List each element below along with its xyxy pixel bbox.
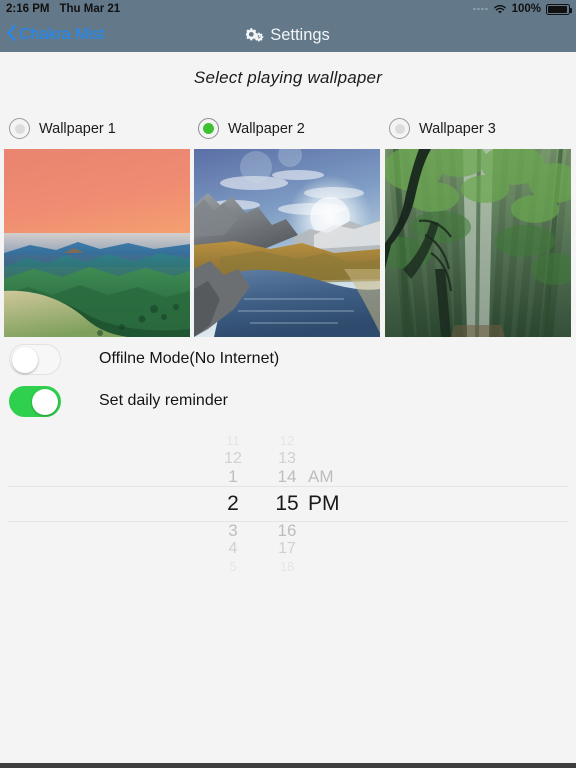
status-bar-right: 100%: [473, 3, 572, 15]
offline-mode-label: Offilne Mode(No Internet): [99, 350, 280, 367]
chevron-left-icon: [7, 24, 16, 46]
navigation-bar: Chakra Mist Settings: [0, 18, 576, 52]
signal-dots-icon: [473, 7, 488, 11]
radio-on-icon: [198, 118, 219, 139]
gears-icon: [246, 27, 264, 44]
wallpaper-radio-group: Wallpaper 1 Wallpaper 2 Wallpaper 3: [0, 118, 576, 140]
radio-wallpaper-2[interactable]: Wallpaper 2: [198, 118, 305, 139]
status-bar: 2:16 PM Thu Mar 21 100%: [0, 0, 576, 18]
radio-off-icon: [9, 118, 30, 139]
picker-period-option[interactable]: AM: [308, 468, 378, 486]
status-time: 2:16 PM: [6, 3, 50, 15]
daily-reminder-row: Set daily reminder: [0, 384, 576, 418]
radio-wallpaper-1[interactable]: Wallpaper 1: [9, 118, 116, 139]
settings-screen: 2:16 PM Thu Mar 21 100% Chakra Mist Sett…: [0, 0, 576, 768]
page-title: Select playing wallpaper: [193, 68, 383, 87]
wallpaper-thumbnail-2[interactable]: [194, 149, 380, 337]
wallpaper-thumbnail-strip: [0, 149, 576, 337]
picker-period-selected[interactable]: PM: [308, 486, 378, 522]
back-button[interactable]: Chakra Mist: [0, 24, 105, 46]
battery-full-icon: [546, 3, 572, 15]
daily-reminder-toggle[interactable]: [9, 385, 61, 417]
toggle-knob: [12, 346, 38, 373]
time-picker[interactable]: 11 12 1 2 3 4 5 12 13 14 15 16 17 18 AM …: [0, 432, 576, 576]
status-bar-left: 2:16 PM Thu Mar 21: [6, 3, 120, 15]
radio-wallpaper-3[interactable]: Wallpaper 3: [389, 118, 496, 139]
daily-reminder-label: Set daily reminder: [99, 392, 228, 409]
back-button-label: Chakra Mist: [19, 26, 105, 43]
wifi-icon: [493, 4, 507, 15]
wallpaper-thumbnail-3[interactable]: [385, 149, 571, 337]
bottom-bar: [0, 763, 576, 768]
nav-title-label: Settings: [270, 25, 330, 44]
offline-mode-toggle[interactable]: [9, 343, 61, 375]
offline-mode-row: Offilne Mode(No Internet): [0, 342, 576, 376]
wallpaper-thumbnail-1[interactable]: [4, 149, 190, 337]
status-date: Thu Mar 21: [59, 3, 121, 15]
picker-column-period[interactable]: AM PM: [308, 432, 378, 576]
radio-off-icon: [389, 118, 410, 139]
toggle-knob: [32, 388, 58, 415]
battery-percent-label: 100%: [511, 3, 541, 15]
radio-label-wallpaper-3: Wallpaper 3: [419, 120, 496, 137]
radio-label-wallpaper-1: Wallpaper 1: [39, 120, 116, 137]
radio-label-wallpaper-2: Wallpaper 2: [228, 120, 305, 137]
